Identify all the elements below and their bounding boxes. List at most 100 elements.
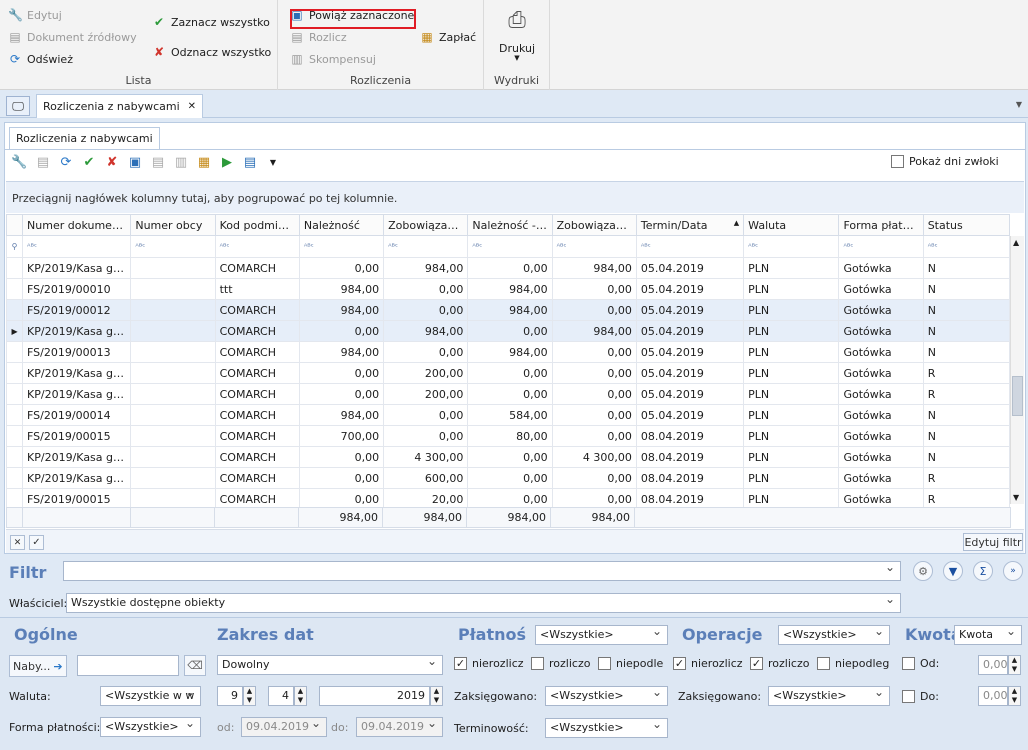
row-indicator[interactable]	[5, 425, 24, 447]
deselect-all-button[interactable]: ✘ Odznacz wszystko	[152, 43, 271, 61]
source-document-button[interactable]: ▤ Dokument źródłowy	[8, 28, 136, 46]
cross-icon[interactable]: ✘	[105, 156, 119, 170]
column-header[interactable]: Zobowiązanie	[383, 214, 469, 236]
filter-input[interactable]	[63, 561, 901, 581]
payments-unsettled-checkbox[interactable]: ✓ nierozlicz	[454, 657, 524, 670]
printer-icon[interactable]: ⎙	[502, 8, 532, 34]
vertical-scrollbar[interactable]: ▲ ▼	[1010, 236, 1024, 504]
edit-filter-button[interactable]: Edytuj filtr	[963, 533, 1023, 551]
close-icon[interactable]: ✕	[188, 101, 196, 112]
amount-to-checkbox[interactable]: Do:	[902, 690, 939, 703]
amount-to-spin[interactable]: ▲ ▼	[1008, 686, 1021, 706]
table-row[interactable]: FS/2019/00014 COMARCH 984,00 0,00 584,00 0,00…	[5, 404, 1011, 426]
day-spin-buttons[interactable]: ▲ ▼	[243, 686, 256, 706]
clear-filter-icon[interactable]: ✕	[10, 535, 25, 550]
date-to-input[interactable]: 09.04.2019	[356, 717, 443, 737]
operations-not-subject-checkbox[interactable]: niepodleg	[817, 657, 889, 670]
tab-rozliczenia[interactable]: Rozliczenia z nabywcami ✕	[36, 94, 204, 118]
operations-select[interactable]: <Wszystkie>	[778, 625, 890, 645]
payments-not-subject-checkbox[interactable]: niepodle	[598, 657, 663, 670]
payments-settled-checkbox[interactable]: rozliczo	[531, 657, 590, 670]
currency-select[interactable]: <Wszystkie w w	[100, 686, 201, 706]
row-indicator[interactable]	[5, 257, 24, 279]
column-header[interactable]: Numer obcy	[130, 214, 216, 236]
year-spin-buttons[interactable]: ▲ ▼	[430, 686, 443, 706]
column-header[interactable]: Numer dokumentu	[22, 214, 132, 236]
select-all-button[interactable]: ✔ Zaznacz wszystko	[152, 13, 270, 31]
year-spinner[interactable]: 2019	[319, 686, 430, 706]
date-range-mode-select[interactable]: Dowolny	[217, 655, 443, 675]
show-delay-days-checkbox[interactable]: Pokaż dni zwłoki	[891, 155, 999, 168]
table-row[interactable]: KP/2019/Kasa got... COMARCH 0,00 200,00 0,00…	[5, 362, 1011, 384]
funnel-icon[interactable]: ▼	[943, 561, 963, 581]
filter-enabled-checkbox[interactable]: ✓	[29, 535, 44, 550]
check-icon[interactable]: ✔	[82, 156, 96, 170]
table-row[interactable]: FS/2019/00015 COMARCH 700,00 0,00 80,00 0,00 0…	[5, 425, 1011, 447]
refresh-button[interactable]: ⟳ Odśwież	[8, 50, 73, 68]
filter-cell[interactable]: ᴬᴮᶜ	[743, 235, 840, 258]
column-header[interactable]: Forma płatn...	[838, 214, 924, 236]
timeliness-select[interactable]: <Wszystkie>	[545, 718, 668, 738]
payment-form-select[interactable]: <Wszystkie>	[100, 717, 201, 737]
operations-unsettled-checkbox[interactable]: ✓ nierozlicz	[673, 657, 743, 670]
column-header[interactable]: Należność - ...	[467, 214, 553, 236]
table-row[interactable]: KP/2019/Kasa got... COMARCH 0,00 200,00 0,00…	[5, 383, 1011, 405]
filter-cell[interactable]: ᴬᴮᶜ	[130, 235, 216, 258]
filter-cell[interactable]: ᴬᴮᶜ	[22, 235, 132, 258]
operations-posted-select[interactable]: <Wszystkie>	[768, 686, 890, 706]
month-spin-buttons[interactable]: ▲ ▼	[294, 686, 307, 706]
play-icon[interactable]: ▶	[220, 156, 234, 170]
table-row[interactable]: ▶ KP/2019/Kasa got... COMARCH 0,00 984,00 0,0…	[5, 320, 1011, 342]
filter-cell[interactable]: ᴬᴮᶜ	[635, 235, 745, 258]
amount-from-spin[interactable]: ▲ ▼	[1008, 655, 1021, 675]
row-indicator[interactable]	[5, 404, 24, 426]
edit-button[interactable]: 🔧 Edytuj	[8, 6, 62, 24]
filter-cell[interactable]: ᴬᴮᶜ	[383, 235, 469, 258]
owners-select[interactable]: Wszystkie dostępne obiekty	[66, 593, 901, 613]
table-row[interactable]: KP/2019/Kasa got... COMARCH 0,00 984,00 0,00…	[5, 257, 1011, 279]
scroll-up-icon[interactable]: ▲	[1013, 238, 1019, 247]
amount-from-input[interactable]: 0,00	[978, 655, 1008, 675]
row-indicator[interactable]	[5, 299, 24, 321]
table-row[interactable]: FS/2019/00013 COMARCH 984,00 0,00 984,00 0,00…	[5, 341, 1011, 363]
document-icon[interactable]: ▤	[36, 156, 50, 170]
row-indicator[interactable]	[5, 362, 24, 384]
pay-button[interactable]: ▦ Zapłać	[420, 28, 476, 46]
subtab-rozliczenia[interactable]: Rozliczenia z nabywcami	[9, 127, 160, 149]
table-row[interactable]: FS/2019/00012 COMARCH 984,00 0,00 984,00 0,00…	[5, 299, 1011, 321]
table-row[interactable]: KP/2019/Kasa got... COMARCH 0,00 600,00 0,00…	[5, 467, 1011, 489]
column-header[interactable]: Status	[922, 214, 1011, 236]
compensate-button[interactable]: ▥ Skompensuj	[290, 50, 376, 68]
month-spinner[interactable]: 4	[268, 686, 294, 706]
column-header[interactable]: Waluta	[743, 214, 840, 236]
row-indicator[interactable]	[5, 341, 24, 363]
row-indicator[interactable]	[5, 446, 24, 468]
pay-icon[interactable]: ▦	[197, 156, 211, 170]
amount-to-input[interactable]: 0,00	[978, 686, 1008, 706]
row-indicator[interactable]	[5, 467, 24, 489]
scroll-down-icon[interactable]: ▼	[1013, 493, 1019, 502]
filter-cell[interactable]: ᴬᴮᶜ	[467, 235, 553, 258]
payments-select[interactable]: <Wszystkie>	[535, 625, 668, 645]
refresh-icon[interactable]: ⟳	[59, 156, 73, 170]
filter-cell[interactable]: ᴬᴮᶜ	[922, 235, 1011, 258]
column-header[interactable]: Termin/Data ▲	[635, 214, 745, 236]
chevron-down-icon[interactable]: ▼	[266, 156, 280, 170]
row-indicator[interactable]: ▶	[5, 320, 24, 342]
row-indicator[interactable]	[5, 278, 24, 300]
buyer-code-input[interactable]	[77, 655, 179, 676]
eraser-icon[interactable]: ⌫	[184, 655, 206, 676]
column-header[interactable]: Kod podmiotu	[214, 214, 300, 236]
amount-from-checkbox[interactable]: Od:	[902, 657, 939, 670]
amount-type-select[interactable]: Kwota	[954, 625, 1022, 645]
settle-icon[interactable]: ▤	[151, 156, 165, 170]
table-row[interactable]: FS/2019/00010 ttt 984,00 0,00 984,00 0,00 05.0…	[5, 278, 1011, 300]
filter-cell[interactable]: ᴬᴮᶜ	[214, 235, 300, 258]
table-row[interactable]: KP/2019/Kasa got... COMARCH 0,00 4 300,00 0,…	[5, 446, 1011, 468]
row-indicator[interactable]	[5, 383, 24, 405]
buyers-button[interactable]: Naby... ➔	[9, 655, 67, 677]
expand-icon[interactable]: »	[1003, 561, 1023, 581]
monitor-icon[interactable]: 🖵	[6, 96, 30, 116]
compensate-icon[interactable]: ▥	[174, 156, 188, 170]
gear-icon[interactable]: ⚙	[913, 561, 933, 581]
